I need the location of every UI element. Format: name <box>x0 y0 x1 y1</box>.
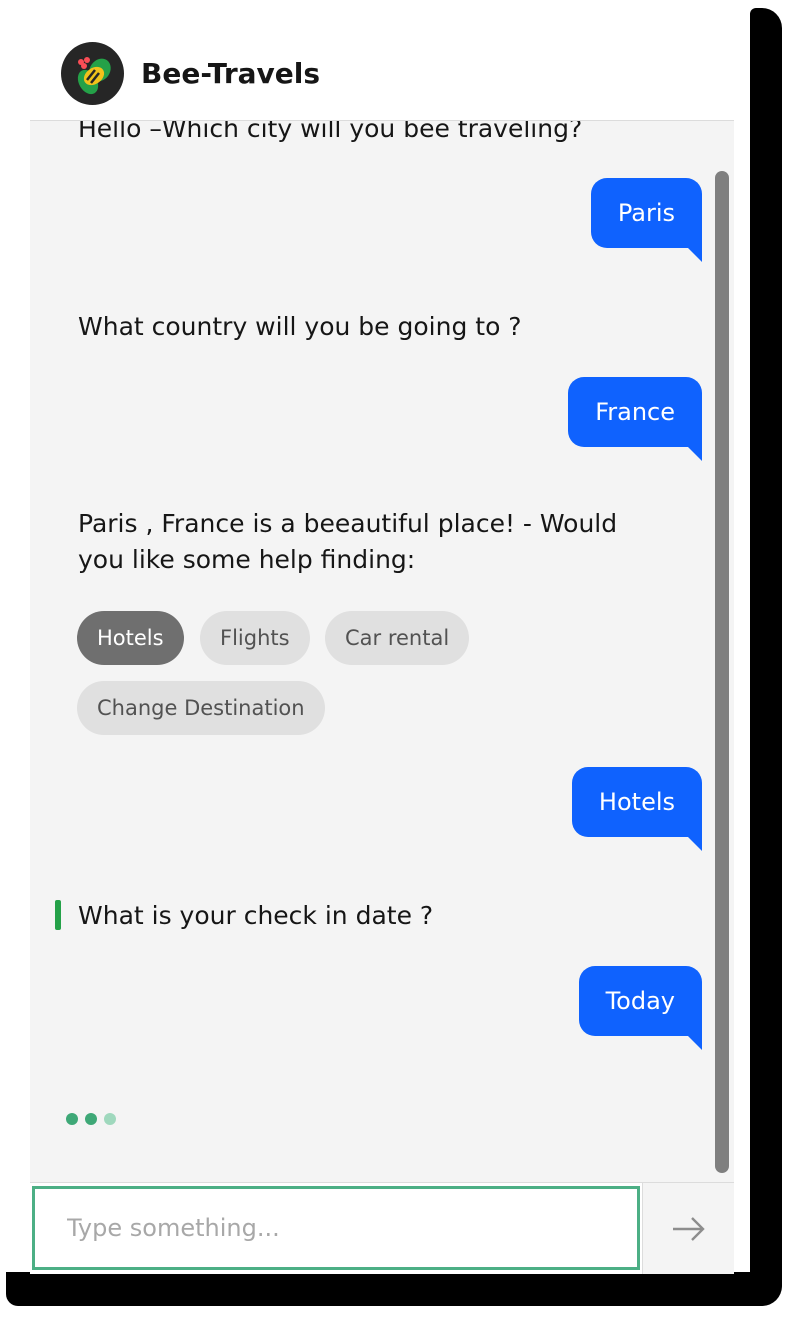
bot-message: Paris , France is a beeautiful place! - … <box>78 509 618 574</box>
typing-dot <box>85 1113 97 1125</box>
chat-widget: Bee-Travels Hello –Which city will you b… <box>30 26 734 1274</box>
scrollbar[interactable] <box>715 171 729 1173</box>
option-change-destination[interactable]: Change Destination <box>77 681 325 735</box>
user-message: France <box>568 377 702 461</box>
focus-indicator <box>55 900 61 930</box>
user-message-text: Hotels <box>598 788 675 816</box>
bubble-tail <box>688 1036 702 1050</box>
bubble-tail <box>688 837 702 851</box>
chat-header: Bee-Travels <box>30 26 734 121</box>
bubble-tail <box>688 248 702 262</box>
bot-message: What country will you be going to ? <box>78 312 522 341</box>
option-hotels[interactable]: Hotels <box>77 611 184 665</box>
chat-transcript[interactable]: Hello –Which city will you bee traveling… <box>30 121 734 1181</box>
send-button[interactable] <box>642 1183 734 1274</box>
bot-message: What is your check in date ? <box>78 901 434 930</box>
window-shadow-bottom <box>6 1272 782 1306</box>
message-input-wrapper <box>32 1186 640 1270</box>
user-message-text: Paris <box>617 199 675 227</box>
input-row <box>30 1182 734 1274</box>
bot-message: Hello –Which city will you bee traveling… <box>78 121 583 143</box>
message-input[interactable] <box>35 1189 637 1267</box>
user-message: Hotels <box>571 767 702 851</box>
arrow-right-icon <box>673 1217 705 1241</box>
bubble-tail <box>688 447 702 461</box>
app-title: Bee-Travels <box>141 57 321 90</box>
user-message: Today <box>578 966 702 1050</box>
bee-logo-icon <box>61 42 124 105</box>
typing-dot <box>104 1113 116 1125</box>
window-shadow-right <box>750 8 782 1306</box>
user-message: Paris <box>590 178 702 262</box>
option-flights[interactable]: Flights <box>200 611 310 665</box>
user-message-text: France <box>595 398 675 426</box>
user-message-text: Today <box>605 987 675 1015</box>
option-car-rental[interactable]: Car rental <box>325 611 470 665</box>
typing-dot <box>66 1113 78 1125</box>
